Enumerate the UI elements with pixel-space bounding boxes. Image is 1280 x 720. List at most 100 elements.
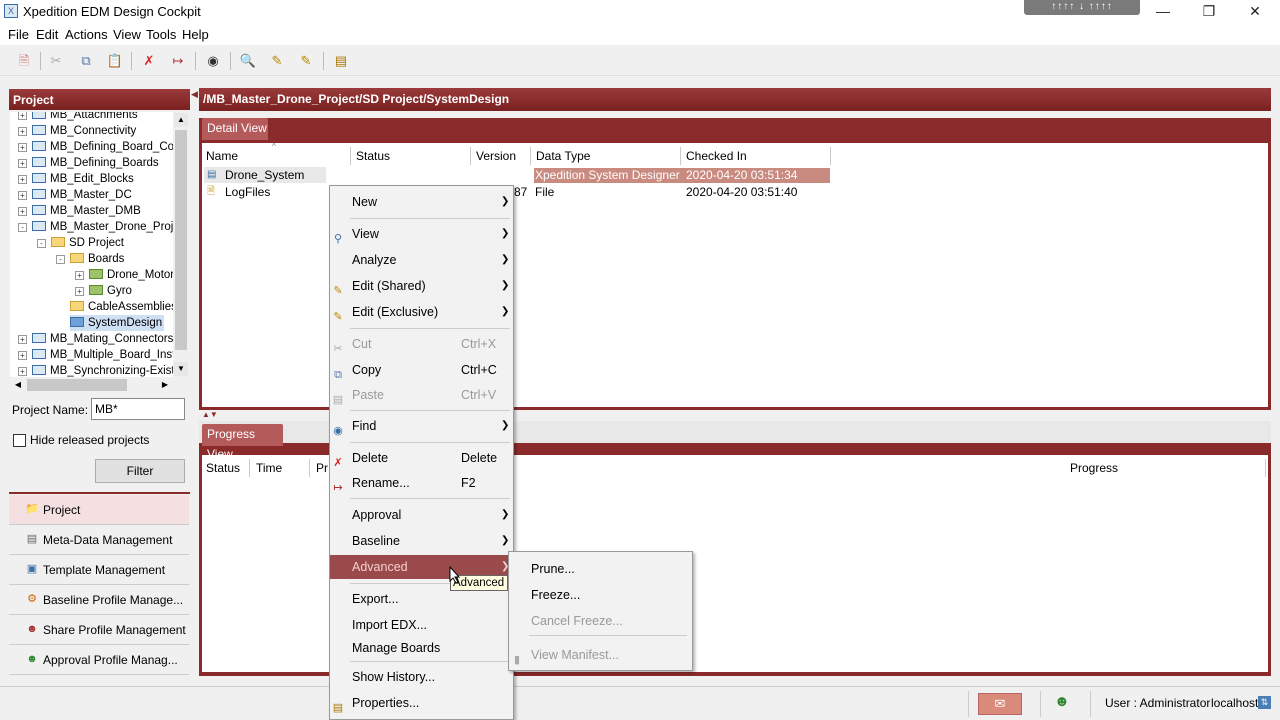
find-icon[interactable]: ◉	[203, 51, 223, 71]
expand-icon[interactable]: +	[18, 351, 27, 360]
expand-icon[interactable]: +	[18, 127, 27, 136]
column-header-checked-in[interactable]: Checked In	[682, 147, 831, 165]
submenu-item-freeze[interactable]: Freeze...	[509, 583, 692, 607]
tree-item[interactable]: + MB_Master_DC	[18, 187, 132, 203]
expand-icon[interactable]: +	[75, 287, 84, 296]
collapse-icon[interactable]: -	[18, 223, 27, 232]
tree-item[interactable]: - Boards	[56, 251, 124, 267]
tree-item[interactable]: + MB_Mating_Connectors	[18, 331, 173, 347]
tree-item[interactable]: + MB_Attachments	[18, 112, 138, 123]
menu-help[interactable]: Help	[182, 27, 209, 42]
nav-baseline-profile[interactable]: ⚙ Baseline Profile Manage...	[9, 585, 189, 615]
tree-item[interactable]: + MB_Synchronizing-Existing	[18, 363, 175, 377]
menu-item-cut[interactable]: ✂ Cut Ctrl+X	[330, 332, 513, 356]
menu-item-copy[interactable]: ⧉ Copy Ctrl+C	[330, 358, 513, 382]
menu-item-edit-exclusive[interactable]: ✎ Edit (Exclusive) ❯	[330, 300, 513, 324]
column-header-time[interactable]: Time	[252, 459, 310, 477]
scroll-left-icon[interactable]: ◀	[11, 378, 25, 392]
maximize-button[interactable]: ❐	[1186, 0, 1232, 24]
edit-shared-icon[interactable]: ✎	[267, 51, 287, 71]
splitter-arrows-icon[interactable]: ▲▼	[202, 410, 230, 420]
menu-edit[interactable]: Edit	[36, 27, 58, 42]
tree-item[interactable]: + MB_Master_DMB	[18, 203, 141, 219]
menu-item-edit-shared[interactable]: ✎ Edit (Shared) ❯	[330, 274, 513, 298]
menu-view[interactable]: View	[113, 27, 141, 42]
tree-item[interactable]: + MB_Connectivity	[18, 123, 136, 139]
menu-item-view[interactable]: ⚲ View ❯	[330, 222, 513, 246]
scrollbar-thumb[interactable]	[175, 130, 187, 350]
table-row[interactable]: 🗎 LogFiles 87 File 2020-04-20 03:51:40	[204, 184, 830, 200]
tree-item[interactable]: + MB_Defining_Board_Conn	[18, 139, 175, 155]
tree-item[interactable]: - MB_Master_Drone_Projec	[18, 219, 175, 235]
scroll-down-icon[interactable]: ▼	[174, 362, 188, 376]
expand-icon[interactable]: +	[18, 191, 27, 200]
expand-icon[interactable]: +	[18, 112, 27, 120]
menu-item-show-history[interactable]: Show History...	[330, 665, 513, 689]
menu-item-import-edx[interactable]: Import EDX...	[330, 613, 513, 637]
expand-icon[interactable]: +	[18, 143, 27, 152]
delete-icon[interactable]: ✗	[139, 51, 159, 71]
menu-item-new[interactable]: New ❯	[330, 190, 513, 214]
close-button[interactable]: ✕	[1232, 0, 1278, 24]
expand-icon[interactable]: +	[18, 175, 27, 184]
submenu-item-view-manifest[interactable]: ▮ View Manifest...	[509, 643, 692, 667]
nav-meta-data-management[interactable]: ▤ Meta-Data Management	[9, 525, 189, 555]
tab-progress-view[interactable]: Progress View	[202, 424, 283, 461]
submenu-item-cancel-freeze[interactable]: Cancel Freeze...	[509, 609, 692, 633]
menu-item-properties[interactable]: ▤ Properties...	[330, 691, 513, 715]
menu-item-paste[interactable]: ▤ Paste Ctrl+V	[330, 383, 513, 407]
menu-item-manage-boards[interactable]: Manage Boards	[330, 636, 513, 660]
tab-detail-view[interactable]: Detail View	[202, 118, 268, 140]
column-header-progress[interactable]: Progress	[1066, 459, 1266, 477]
edit-exclusive-icon[interactable]: ✎	[296, 51, 316, 71]
menu-item-rename[interactable]: ↦ Rename... F2	[330, 471, 513, 495]
tree-vertical-scrollbar[interactable]: ▲ ▼	[173, 112, 189, 377]
column-header-status[interactable]: Status	[202, 459, 250, 477]
minimize-button[interactable]: —	[1140, 0, 1186, 24]
tree-item[interactable]: + Gyro	[75, 283, 132, 299]
nav-share-profile[interactable]: ☻ Share Profile Management	[9, 615, 189, 645]
column-header-data-type[interactable]: Data Type	[532, 147, 681, 165]
scrollbar-thumb[interactable]	[27, 379, 127, 391]
users-icon[interactable]: ☻	[1054, 693, 1074, 713]
menu-item-find[interactable]: ◉ Find ❯	[330, 414, 513, 438]
view-icon[interactable]: 🔍	[238, 51, 258, 71]
tree-item[interactable]: + MB_Multiple_Board_Instar	[18, 347, 175, 363]
scroll-up-icon[interactable]: ▲	[174, 113, 188, 127]
tree-item[interactable]: + MB_Defining_Boards	[18, 155, 159, 171]
hide-released-checkbox[interactable]	[13, 434, 26, 447]
column-header-status[interactable]: Status	[352, 147, 471, 165]
tray-handle[interactable]: ↑↑↑↑ ↓ ↑↑↑↑	[1024, 0, 1140, 15]
expand-icon[interactable]: +	[18, 159, 27, 168]
menu-tools[interactable]: Tools	[146, 27, 176, 42]
scroll-right-icon[interactable]: ▶	[158, 378, 172, 392]
menu-file[interactable]: File	[8, 27, 29, 42]
column-header-version[interactable]: Version	[472, 147, 531, 165]
expand-icon[interactable]: +	[75, 271, 84, 280]
menu-item-delete[interactable]: ✗ Delete Delete	[330, 446, 513, 470]
project-name-input[interactable]	[91, 398, 185, 420]
tree-item[interactable]: - SD Project	[37, 235, 124, 251]
column-header-name[interactable]: Name	[202, 147, 351, 165]
menu-actions[interactable]: Actions	[65, 27, 108, 42]
collapse-icon[interactable]: -	[56, 255, 65, 264]
tree-item[interactable]: + MB_Edit_Blocks	[18, 171, 134, 187]
expand-icon[interactable]: +	[18, 207, 27, 216]
paste-icon[interactable]: 📋	[105, 51, 125, 71]
collapse-icon[interactable]: -	[37, 239, 46, 248]
submenu-item-prune[interactable]: Prune...	[509, 557, 692, 581]
tree-item[interactable]: + Drone_Motor	[75, 267, 174, 283]
tree-item[interactable]: CableAssemblies	[70, 299, 175, 315]
tree-item[interactable]: SystemDesign	[70, 315, 165, 331]
new-icon[interactable]: 🗎	[14, 51, 34, 71]
tree-horizontal-scrollbar[interactable]: ◀ ▶	[10, 377, 173, 393]
expand-icon[interactable]: +	[18, 367, 27, 376]
mail-icon[interactable]: ✉	[978, 693, 1022, 715]
filter-button[interactable]: Filter	[95, 459, 185, 483]
rename-icon[interactable]: ↦	[168, 51, 188, 71]
project-tree[interactable]: + MB_Attachments + MB_Connectivity + MB_Defin…	[10, 112, 175, 377]
menu-item-baseline[interactable]: Baseline ❯	[330, 529, 513, 553]
menu-item-approval[interactable]: Approval ❯	[330, 503, 513, 527]
menu-item-analyze[interactable]: Analyze ❯	[330, 248, 513, 272]
nav-approval-profile[interactable]: ☻ Approval Profile Manag...	[9, 645, 189, 675]
